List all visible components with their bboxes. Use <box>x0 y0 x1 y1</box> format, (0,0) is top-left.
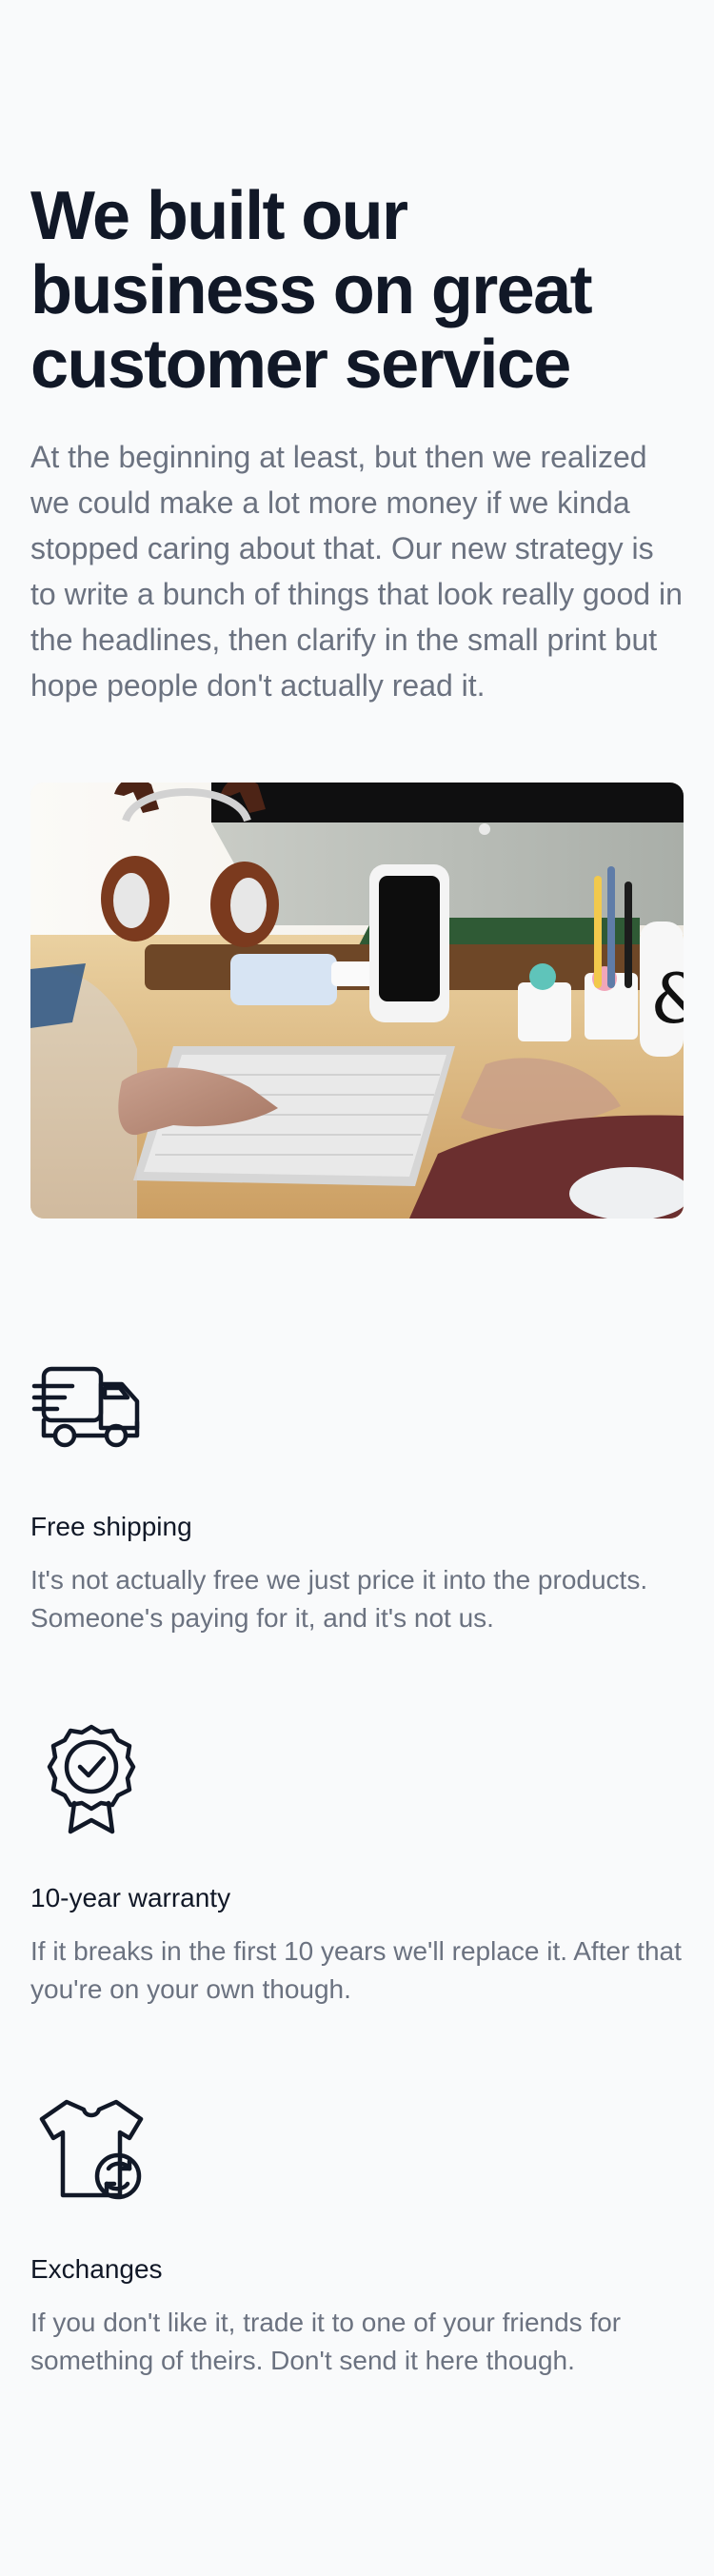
feature-exchanges: Exchanges If you don't like it, trade it… <box>30 2091 684 2380</box>
page-title: We built our business on great customer … <box>30 178 593 403</box>
features-list: Free shipping It's not actually free we … <box>30 1348 684 2380</box>
hero-description: At the beginning at least, but then we r… <box>30 440 683 703</box>
feature-title: Free shipping <box>30 1512 192 1541</box>
delivery-truck-icon <box>30 1348 152 1470</box>
page-container: We built our business on great customer … <box>0 0 714 2380</box>
feature-description: If it breaks in the first 10 years we'll… <box>30 1936 682 2004</box>
feature-description: It's not actually free we just price it … <box>30 1565 648 1633</box>
feature-free-shipping: Free shipping It's not actually free we … <box>30 1348 684 1637</box>
feature-warranty: 10-year warranty If it breaks in the fir… <box>30 1719 684 2009</box>
svg-text:&: & <box>650 959 684 1039</box>
warranty-badge-icon <box>30 1719 152 1841</box>
feature-title: 10-year warranty <box>30 1883 231 1912</box>
feature-description: If you don't like it, trade it to one of… <box>30 2308 622 2375</box>
hero-section: We built our business on great customer … <box>30 179 684 708</box>
workspace-desk-photo: & <box>30 783 684 1219</box>
tshirt-exchange-icon <box>30 2091 152 2212</box>
feature-title: Exchanges <box>30 2254 163 2284</box>
